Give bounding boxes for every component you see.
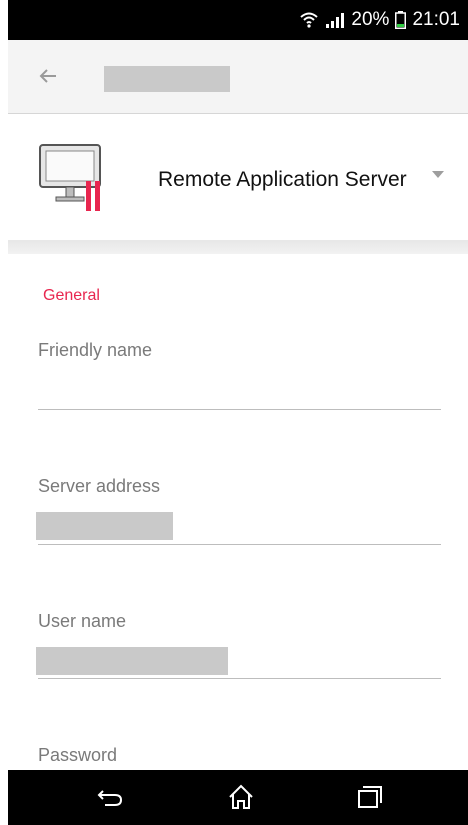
- user-name-input[interactable]: [38, 678, 441, 679]
- section-divider: [8, 240, 468, 254]
- arrow-back-icon[interactable]: [36, 64, 60, 88]
- app-bar: [8, 40, 468, 114]
- page-title-redacted: [104, 66, 230, 92]
- connection-type-label: Remote Application Server: [158, 168, 407, 191]
- connection-type-dropdown[interactable]: Remote Application Server: [8, 115, 468, 240]
- user-name-label: User name: [38, 611, 127, 631]
- server-address-label: Server address: [38, 476, 161, 496]
- server-monitor-icon: [38, 143, 110, 213]
- password-label: Password: [38, 745, 118, 765]
- recents-icon[interactable]: [355, 783, 385, 811]
- back-icon[interactable]: [95, 783, 125, 811]
- friendly-name-label: Friendly name: [38, 340, 153, 360]
- status-bar: 20% 21:01: [8, 0, 468, 40]
- clock: 21:01: [412, 9, 460, 30]
- server-address-input[interactable]: [38, 544, 441, 545]
- home-icon[interactable]: [226, 783, 256, 811]
- dropdown-arrow-icon: [432, 171, 444, 178]
- server-address-value-redacted: [36, 512, 173, 540]
- user-name-value-redacted: [36, 647, 228, 675]
- section-title-general: General: [43, 287, 100, 304]
- friendly-name-input[interactable]: [38, 409, 441, 410]
- navigation-bar: [8, 770, 468, 825]
- battery-icon: [395, 11, 407, 29]
- left-edge: [0, 0, 8, 825]
- battery-percent: 20%: [351, 9, 390, 30]
- signal-icon: [325, 12, 345, 28]
- wifi-icon: [299, 12, 319, 28]
